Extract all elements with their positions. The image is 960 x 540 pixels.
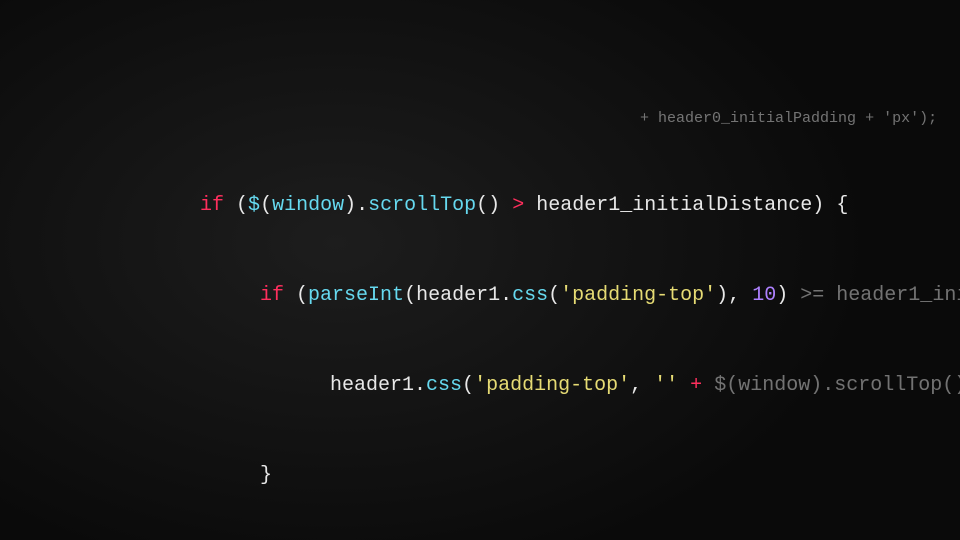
tok-punct: , bbox=[630, 374, 642, 397]
tok-var: header1 bbox=[330, 374, 414, 397]
tok-punct: . bbox=[822, 374, 834, 397]
code-line: if (parseInt(header1.css('padding-top'),… bbox=[0, 281, 960, 311]
tok-punct: ( bbox=[942, 374, 954, 397]
tok-punct: . bbox=[356, 194, 368, 217]
code-line: } bbox=[0, 461, 960, 491]
tok-punct: ) bbox=[776, 284, 788, 307]
code-line: if ($(window).scrollTop() > header1_init… bbox=[0, 191, 960, 221]
tok-punct: ( bbox=[548, 284, 560, 307]
tok-punct: ) bbox=[344, 194, 356, 217]
tok-method-parseInt: parseInt bbox=[308, 284, 404, 307]
tok-string: 'px' bbox=[883, 110, 919, 127]
code-editor: + header0_initialPadding + 'px'); if ($(… bbox=[0, 0, 960, 540]
tok-punct: } bbox=[260, 464, 272, 487]
tok-ident-window: window bbox=[272, 194, 344, 217]
tok-punct: ) bbox=[716, 284, 728, 307]
tok-punct: ( bbox=[404, 284, 416, 307]
tok-punct: , bbox=[728, 284, 740, 307]
tok-punct: . bbox=[500, 284, 512, 307]
tok-var: header0_initialPadding bbox=[658, 110, 856, 127]
tok-punct: ) bbox=[812, 194, 824, 217]
tok-var: header1_initialPadding bbox=[836, 284, 960, 307]
tok-punct: ( bbox=[462, 374, 474, 397]
tok-var: header1 bbox=[416, 284, 500, 307]
tok-punct: ( bbox=[476, 194, 488, 217]
tok-punct: ( bbox=[236, 194, 248, 217]
tok-method: scrollTop bbox=[834, 374, 942, 397]
tok-op: + bbox=[690, 374, 702, 397]
tok-dollar: $ bbox=[248, 194, 260, 217]
code-block: + header0_initialPadding + 'px'); if ($(… bbox=[0, 48, 960, 540]
tok-op: + bbox=[865, 110, 874, 127]
tok-punct: ( bbox=[260, 194, 272, 217]
tok-op: > bbox=[512, 194, 524, 217]
tok-string: '' bbox=[654, 374, 678, 397]
tok-keyword-if: if bbox=[260, 284, 284, 307]
tok-string: 'padding-top' bbox=[474, 374, 630, 397]
code-line: header1.css('padding-top', '' + $(window… bbox=[0, 371, 960, 401]
tok-punct: . bbox=[414, 374, 426, 397]
tok-op: >= bbox=[800, 284, 824, 307]
tok-punct: ; bbox=[928, 110, 937, 127]
tok-method-scrollTop: scrollTop bbox=[368, 194, 476, 217]
tok-punct: ) bbox=[810, 374, 822, 397]
tok-method-css: css bbox=[426, 374, 462, 397]
tok-number: 10 bbox=[752, 284, 776, 307]
tok-ident: window bbox=[738, 374, 810, 397]
tok-keyword-if: if bbox=[200, 194, 224, 217]
tok-punct: ( bbox=[726, 374, 738, 397]
tok-dollar: $ bbox=[714, 374, 726, 397]
tok-punct: ( bbox=[296, 284, 308, 307]
tok-punct: ) bbox=[954, 374, 960, 397]
tok-punct: ) bbox=[488, 194, 500, 217]
tok-method-css: css bbox=[512, 284, 548, 307]
tok-punct: { bbox=[836, 194, 848, 217]
tok-string: 'padding-top' bbox=[560, 284, 716, 307]
tok-var: header1_initialDistance bbox=[536, 194, 812, 217]
tok-op: + bbox=[640, 110, 649, 127]
tok-punct: ) bbox=[919, 110, 928, 127]
code-line: + header0_initialPadding + 'px'); bbox=[0, 108, 960, 131]
